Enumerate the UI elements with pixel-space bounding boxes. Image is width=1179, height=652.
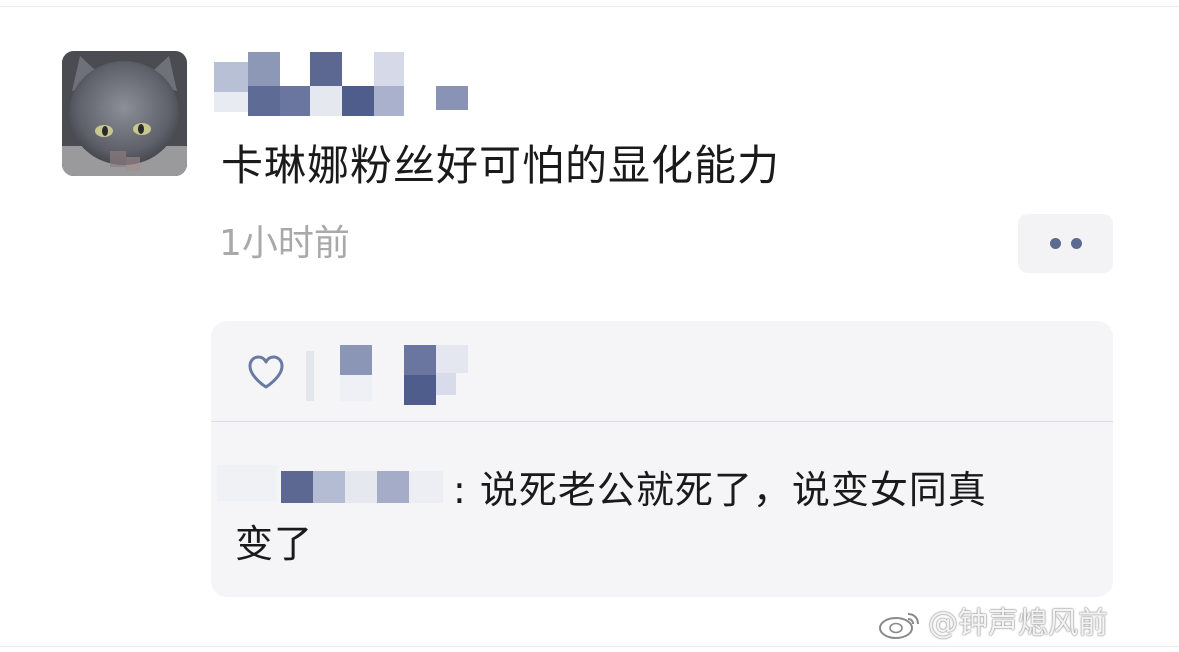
reply-panel: : 说死老公就死了，说变女同真 变了 xyxy=(211,321,1113,597)
bottom-divider xyxy=(0,646,1179,647)
watermark: @钟声熄风前 xyxy=(878,604,1108,644)
username-mosaic xyxy=(214,52,474,118)
post-text: 卡琳娜粉丝好可怕的显化能力 xyxy=(221,141,781,190)
liker-names-mosaic xyxy=(306,345,476,415)
cat-avatar-image xyxy=(62,51,187,176)
heart-icon[interactable] xyxy=(246,353,286,391)
more-options-button[interactable] xyxy=(1018,214,1113,273)
post-timestamp: 1小时前 xyxy=(219,223,350,264)
more-dot xyxy=(1070,238,1082,249)
reply-text-line-2: 变了 xyxy=(235,522,314,566)
weibo-logo-icon xyxy=(879,613,919,639)
reply-text-line-1: : 说死老公就死了，说变女同真 xyxy=(453,468,987,512)
panel-divider xyxy=(211,421,1113,422)
avatar[interactable] xyxy=(62,51,187,176)
top-divider xyxy=(0,6,1179,7)
watermark-text: @钟声熄风前 xyxy=(928,606,1108,641)
more-dot xyxy=(1049,238,1061,249)
commenter-name-mosaic xyxy=(217,465,457,505)
